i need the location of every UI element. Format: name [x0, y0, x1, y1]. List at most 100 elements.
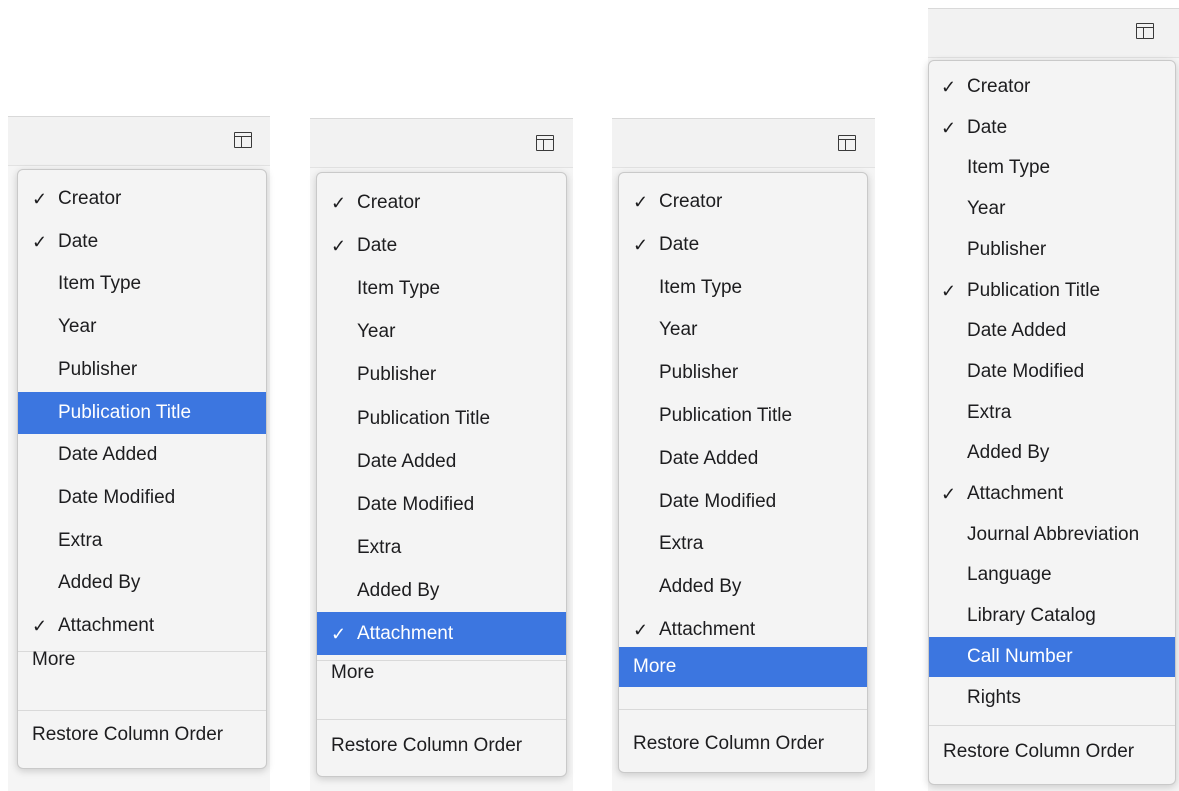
menu-item-label: Date Modified [58, 486, 176, 508]
menu-item-label: More [331, 662, 375, 683]
menu-item-label: Extra [967, 401, 1012, 423]
menu-item-label: Item Type [659, 276, 743, 298]
menu-item-attachment[interactable]: ✓ Attachment [317, 612, 566, 655]
menu-item-date[interactable]: ✓ Date [619, 224, 867, 266]
column-header-bar [928, 8, 1179, 58]
menu-separator [929, 725, 1175, 726]
menu-item-publisher[interactable]: Publisher [619, 352, 867, 394]
checkmark-icon: ✓ [941, 484, 957, 504]
menu-item-creator[interactable]: ✓ Creator [619, 181, 867, 223]
menu-item-extra[interactable]: Extra [18, 520, 266, 562]
menu-item-creator[interactable]: ✓ Creator [929, 67, 1175, 107]
menu-item-publication-title[interactable]: ✓ Publication Title [929, 271, 1175, 311]
menu-item-creator[interactable]: ✓ Creator [317, 181, 566, 224]
column-picker-icon[interactable] [838, 135, 856, 151]
menu-item-label: Added By [357, 579, 440, 601]
checkmark-icon: ✓ [633, 192, 649, 212]
menu-item-publisher[interactable]: Publisher [317, 353, 566, 396]
menu-item-more[interactable]: More [619, 647, 867, 687]
menu-item-library-catalog[interactable]: Library Catalog [929, 596, 1175, 636]
menu-item-item-type[interactable]: Item Type [929, 148, 1175, 188]
menu-item-item-type[interactable]: Item Type [18, 263, 266, 305]
menu-item-label: Creator [357, 192, 421, 213]
menu-item-added-by[interactable]: Added By [18, 562, 266, 604]
menu-item-label: Publisher [967, 238, 1047, 260]
menu-item-date-added[interactable]: Date Added [317, 440, 566, 483]
menu-item-date-modified[interactable]: Date Modified [619, 481, 867, 523]
menu-item-label: Added By [967, 442, 1050, 464]
menu-item-extra[interactable]: Extra [317, 526, 566, 569]
menu-item-extra[interactable]: Extra [619, 523, 867, 565]
checkmark-icon: ✓ [32, 616, 48, 636]
menu-item-restore-column-order[interactable]: Restore Column Order [619, 725, 867, 765]
list-background [310, 168, 573, 791]
menu-item-added-by[interactable]: Added By [929, 433, 1175, 473]
menu-item-attachment[interactable]: ✓ Attachment [619, 609, 867, 651]
menu-item-label: Extra [357, 536, 402, 558]
menu-item-publication-title[interactable]: Publication Title [619, 395, 867, 437]
menu-separator [619, 657, 867, 658]
column-picker-icon[interactable] [536, 135, 554, 151]
menu-item-label: Item Type [967, 157, 1051, 179]
menu-item-date-added[interactable]: Date Added [929, 311, 1175, 351]
menu-item-label: Year [58, 316, 97, 338]
menu-item-label: Journal Abbreviation [967, 523, 1140, 545]
menu-item-restore-column-order[interactable]: Restore Column Order [929, 733, 1175, 773]
menu-item-more[interactable]: More [317, 653, 566, 693]
menu-item-label: Library Catalog [967, 605, 1096, 627]
menu-item-label: Date Added [58, 444, 158, 466]
menu-item-attachment[interactable]: ✓ Attachment [929, 474, 1175, 514]
column-menu: ✓ Creator ✓ Date Item Type Year Publisher Publi… [618, 172, 868, 773]
menu-item-date[interactable]: ✓ Date [18, 221, 266, 263]
menu-item-label: Rights [967, 686, 1021, 708]
column-menu: ✓ Creator ✓ Date Item Type Year Publisher ✓ Publ… [928, 60, 1176, 785]
menu-item-added-by[interactable]: Added By [317, 569, 566, 612]
column-menu: ✓ Creator ✓ Date Item Type Year Publisher Publi… [316, 172, 567, 777]
menu-item-label: Date Modified [967, 360, 1085, 382]
column-picker-icon[interactable] [1136, 23, 1154, 39]
menu-item-label: Year [967, 198, 1006, 220]
menu-item-date[interactable]: ✓ Date [317, 224, 566, 267]
menu-item-call-number[interactable]: Call Number [929, 636, 1175, 677]
menu-item-year[interactable]: Year [619, 309, 867, 351]
menu-item-date-modified[interactable]: Date Modified [18, 477, 266, 519]
menu-item-journal-abbreviation[interactable]: Journal Abbreviation [929, 515, 1175, 555]
menu-item-language[interactable]: Language [929, 555, 1175, 595]
column-header-bar [612, 118, 875, 168]
menu-item-label: Date [58, 230, 99, 252]
menu-item-added-by[interactable]: Added By [619, 566, 867, 608]
menu-item-label: Item Type [58, 273, 142, 295]
menu-item-date-added[interactable]: Date Added [18, 434, 266, 476]
menu-item-item-type[interactable]: Item Type [317, 267, 566, 310]
menu-item-publisher[interactable]: Publisher [18, 349, 266, 391]
menu-item-creator[interactable]: ✓ Creator [18, 178, 266, 220]
column-menu: ✓ Creator ✓ Date Item Type Year Publisher Publi… [17, 169, 267, 769]
checkmark-icon: ✓ [941, 77, 957, 97]
menu-item-year[interactable]: Year [929, 189, 1175, 229]
menu-item-date-added[interactable]: Date Added [619, 438, 867, 480]
menu-item-label: Year [659, 319, 698, 341]
menu-item-date-modified[interactable]: Date Modified [929, 352, 1175, 392]
menu-item-more[interactable]: More [18, 640, 266, 680]
menu-item-restore-column-order[interactable]: Restore Column Order [18, 716, 266, 756]
menu-item-publication-title[interactable]: Publication Title [18, 391, 266, 434]
menu-item-restore-column-order[interactable]: Restore Column Order [317, 727, 566, 767]
menu-item-date-modified[interactable]: Date Modified [317, 483, 566, 526]
menu-separator [18, 710, 266, 711]
menu-item-item-type[interactable]: Item Type [619, 267, 867, 309]
menu-item-label: Publication Title [58, 401, 192, 423]
menu-item-rights[interactable]: Rights [929, 678, 1175, 718]
menu-item-label: Publication Title [357, 407, 491, 429]
menu-item-year[interactable]: Year [18, 306, 266, 348]
menu-item-date[interactable]: ✓ Date [929, 108, 1175, 148]
column-picker-icon[interactable] [234, 132, 252, 148]
column-header-bar [8, 116, 270, 166]
menu-item-publisher[interactable]: Publisher [929, 230, 1175, 270]
menu-item-label: Date [967, 116, 1008, 138]
menu-item-label: Creator [58, 188, 122, 209]
menu-item-extra[interactable]: Extra [929, 393, 1175, 433]
list-background [612, 168, 875, 791]
menu-item-publication-title[interactable]: Publication Title [317, 397, 566, 440]
menu-item-label: Date Added [357, 450, 457, 472]
menu-item-year[interactable]: Year [317, 310, 566, 353]
